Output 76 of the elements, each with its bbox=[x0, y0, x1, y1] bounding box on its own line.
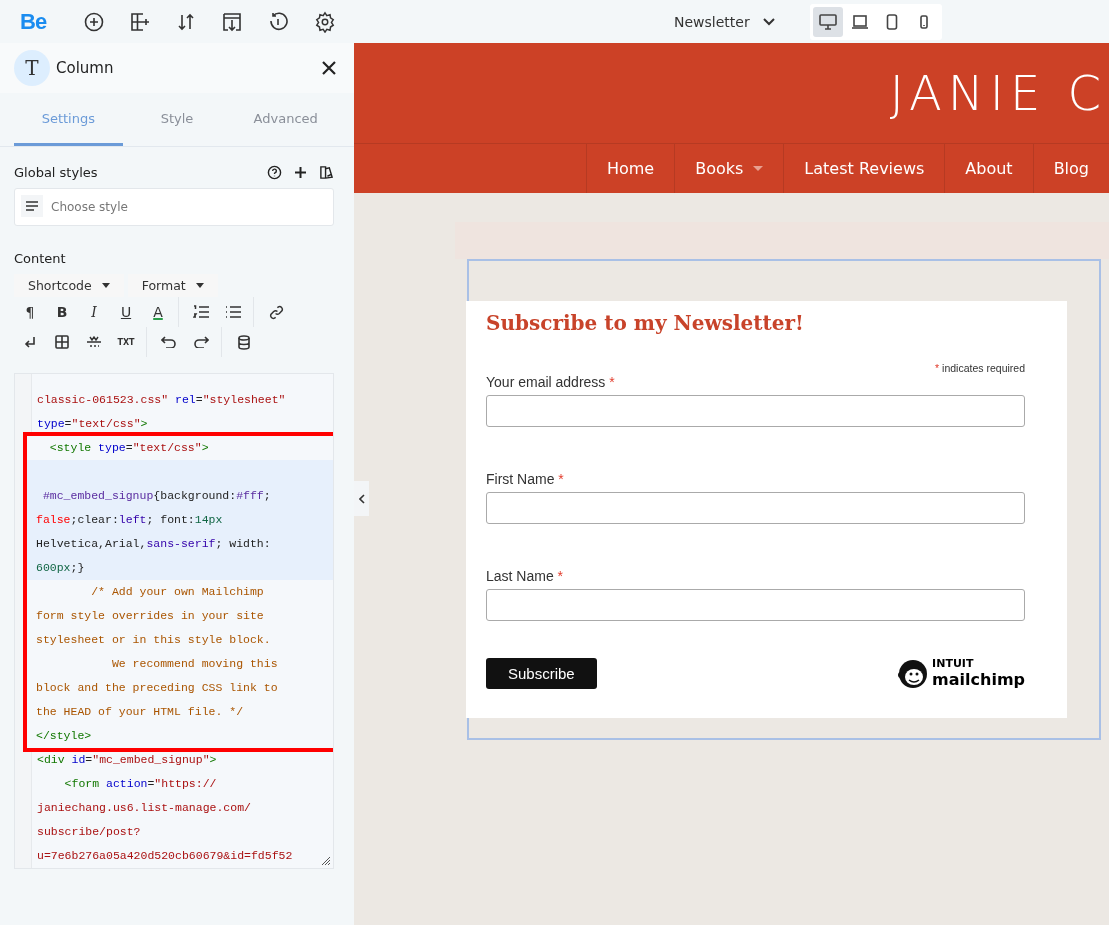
bullet-list-icon[interactable] bbox=[225, 305, 241, 319]
panel-title: Column bbox=[56, 59, 115, 77]
link-icon[interactable] bbox=[268, 304, 284, 320]
layout-add-icon[interactable] bbox=[130, 11, 151, 32]
code-line: type="text/css"> bbox=[36, 416, 149, 432]
laptop-icon bbox=[850, 13, 869, 30]
close-icon[interactable] bbox=[322, 61, 336, 75]
format-button[interactable]: I bbox=[78, 299, 110, 325]
site-title: JANIE C bbox=[889, 65, 1107, 121]
numbered-list-icon[interactable] bbox=[193, 305, 209, 319]
code-line: stylesheet or in this style block. bbox=[35, 632, 272, 648]
text-input-field[interactable] bbox=[486, 395, 1025, 427]
code-line: block and the preceding CSS link to bbox=[35, 680, 279, 696]
history-icon[interactable] bbox=[268, 11, 289, 32]
return-arrow-icon[interactable] bbox=[24, 336, 36, 348]
form-heading: Subscribe to my Newsletter! bbox=[486, 311, 805, 335]
style-swatch-icon[interactable] bbox=[319, 165, 334, 180]
tablet-icon bbox=[885, 13, 898, 30]
code-line: subscribe/post? bbox=[36, 824, 142, 840]
code-line: classic-061523.css" rel="stylesheet" bbox=[36, 392, 287, 408]
code-line: form style overrides in your site bbox=[35, 608, 265, 624]
code-line: <div id="mc_embed_signup"> bbox=[36, 752, 218, 768]
add-icon[interactable] bbox=[84, 11, 105, 32]
format-button[interactable]: ¶ bbox=[14, 299, 46, 325]
field-label: Last Name * bbox=[486, 568, 565, 584]
desktop-view-button[interactable] bbox=[812, 6, 843, 37]
database-icon[interactable] bbox=[238, 334, 250, 350]
field-label: Your email address * bbox=[486, 374, 616, 390]
code-line: </style> bbox=[35, 728, 93, 744]
collapse-panel-button[interactable] bbox=[354, 481, 369, 516]
code-line: /* Add your own Mailchimp bbox=[90, 584, 265, 600]
format-button[interactable]: A bbox=[142, 299, 174, 325]
code-line: u=7e6b276a05a420d520cb60679&id=fd5f52 bbox=[36, 848, 294, 864]
table-icon[interactable] bbox=[55, 335, 69, 349]
code-editor[interactable] bbox=[14, 373, 334, 869]
editor-dropdown[interactable]: Shortcode bbox=[14, 274, 124, 297]
format-button[interactable]: U bbox=[110, 299, 142, 325]
code-line: <form action="https:// bbox=[63, 776, 218, 792]
nav-link[interactable]: Blog bbox=[1032, 144, 1109, 193]
resize-grip-icon[interactable] bbox=[321, 856, 331, 866]
code-line: the HEAD of your HTML file. */ bbox=[35, 704, 245, 720]
chevron-down-icon bbox=[761, 16, 776, 27]
help-icon[interactable] bbox=[267, 165, 282, 180]
text-input-field[interactable] bbox=[486, 589, 1025, 621]
format-button[interactable]: B bbox=[46, 299, 78, 325]
editor-dropdown[interactable]: Format bbox=[127, 274, 218, 297]
phone-icon bbox=[918, 14, 929, 29]
format-button[interactable]: TXT bbox=[110, 329, 142, 355]
strikethrough-icon[interactable] bbox=[87, 336, 101, 348]
settings-icon[interactable] bbox=[314, 10, 337, 33]
redo-icon[interactable] bbox=[193, 336, 209, 348]
brand-small-text: INTUIT bbox=[932, 657, 975, 670]
code-line: We recommend moving this bbox=[110, 656, 279, 672]
section-label: Content bbox=[14, 251, 67, 266]
nav-link[interactable]: Books bbox=[674, 144, 784, 193]
nav-link[interactable]: Home bbox=[585, 144, 675, 193]
page-dropdown[interactable]: Newsletter bbox=[674, 13, 776, 30]
section-label: Global styles bbox=[14, 165, 98, 180]
subscribe-button[interactable]: Subscribe bbox=[486, 657, 597, 689]
text-input-field[interactable] bbox=[486, 492, 1025, 524]
style-select-field[interactable]: Choose style bbox=[14, 188, 334, 226]
nav-link[interactable]: Latest Reviews bbox=[783, 144, 945, 193]
required-note: * indicates required bbox=[935, 362, 1025, 374]
chevron-left-icon bbox=[358, 493, 365, 504]
undo-icon[interactable] bbox=[161, 336, 177, 348]
code-line: janiechang.us6.list-manage.com/ bbox=[36, 800, 252, 816]
download-frame-icon[interactable] bbox=[222, 11, 243, 32]
add-icon[interactable] bbox=[294, 166, 307, 179]
field-label: First Name * bbox=[486, 471, 565, 487]
text-type-icon: T bbox=[14, 50, 50, 86]
code-line: <style type="text/css"> bbox=[48, 440, 210, 456]
monitor-icon bbox=[818, 13, 837, 30]
nav-link[interactable]: About bbox=[944, 144, 1033, 193]
monkey-head-icon bbox=[896, 657, 929, 689]
brand-wordmark: mailchimp bbox=[932, 670, 1025, 689]
lines-icon bbox=[21, 195, 43, 217]
